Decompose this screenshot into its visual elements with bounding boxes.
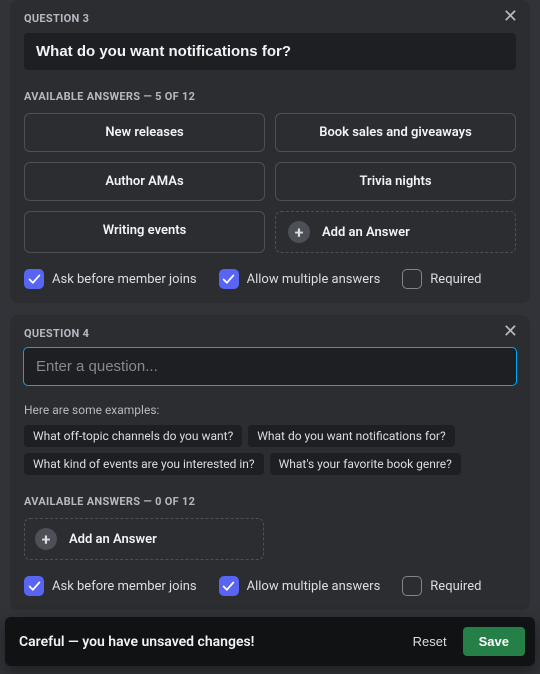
answers-grid: New releases Book sales and giveaways Au… xyxy=(24,113,516,253)
option-label: Allow multiple answers xyxy=(247,579,381,594)
close-icon[interactable]: ✕ xyxy=(499,319,522,345)
example-pill[interactable]: What kind of events are you interested i… xyxy=(24,453,264,475)
toast-message: Careful — you have unsaved changes! xyxy=(19,634,254,650)
examples-label: Here are some examples: xyxy=(24,403,516,417)
question-number-label: Question 3 xyxy=(24,12,516,25)
option-label: Ask before member joins xyxy=(52,579,197,594)
option-label: Required xyxy=(430,272,481,287)
example-pill[interactable]: What off-topic channels do you want? xyxy=(24,425,242,447)
ask-before-checkbox[interactable]: Ask before member joins xyxy=(24,576,197,596)
question-options-row: Ask before member joins Allow multiple a… xyxy=(24,269,516,289)
available-answers-label: Available Answers — 5 of 12 xyxy=(24,90,516,103)
multiple-answers-checkbox[interactable]: Allow multiple answers xyxy=(219,269,381,289)
checkbox-icon xyxy=(219,269,239,289)
add-answer-label: Add an Answer xyxy=(69,532,157,547)
plus-circle-icon: + xyxy=(288,221,310,243)
required-checkbox[interactable]: Required xyxy=(402,269,481,289)
required-checkbox[interactable]: Required xyxy=(402,576,481,596)
checkbox-icon xyxy=(402,576,422,596)
ask-before-checkbox[interactable]: Ask before member joins xyxy=(24,269,197,289)
answer-chip[interactable]: New releases xyxy=(24,113,265,152)
unsaved-changes-toast: Careful — you have unsaved changes! Rese… xyxy=(5,617,535,666)
answer-chip[interactable]: Trivia nights xyxy=(275,162,516,201)
close-icon[interactable]: ✕ xyxy=(499,4,522,30)
question-4-card: ✕ Question 4 Here are some examples: Wha… xyxy=(10,315,530,610)
checkbox-icon xyxy=(219,576,239,596)
plus-circle-icon: + xyxy=(35,528,57,550)
checkbox-icon xyxy=(24,269,44,289)
save-button[interactable]: Save xyxy=(463,627,525,656)
available-answers-label: Available Answers — 0 of 12 xyxy=(24,495,516,508)
reset-button[interactable]: Reset xyxy=(409,628,451,655)
question-options-row: Ask before member joins Allow multiple a… xyxy=(24,576,516,596)
multiple-answers-checkbox[interactable]: Allow multiple answers xyxy=(219,576,381,596)
example-pill[interactable]: What do you want notifications for? xyxy=(248,425,454,447)
answer-chip[interactable]: Book sales and giveaways xyxy=(275,113,516,152)
example-pill[interactable]: What's your favorite book genre? xyxy=(270,453,461,475)
add-answer-button[interactable]: + Add an Answer xyxy=(275,211,516,253)
question-text-input[interactable] xyxy=(24,348,516,385)
question-number-label: Question 4 xyxy=(24,327,516,340)
checkbox-icon xyxy=(402,269,422,289)
add-answer-label: Add an Answer xyxy=(322,225,410,240)
question-text-input[interactable] xyxy=(24,33,516,70)
option-label: Allow multiple answers xyxy=(247,272,381,287)
option-label: Ask before member joins xyxy=(52,272,197,287)
option-label: Required xyxy=(430,579,481,594)
question-3-card: ✕ Question 3 Available Answers — 5 of 12… xyxy=(10,0,530,303)
answer-chip[interactable]: Author AMAs xyxy=(24,162,265,201)
checkbox-icon xyxy=(24,576,44,596)
add-answer-button[interactable]: + Add an Answer xyxy=(24,518,264,560)
answer-chip[interactable]: Writing events xyxy=(24,211,265,253)
example-pills: What off-topic channels do you want? Wha… xyxy=(24,425,516,475)
